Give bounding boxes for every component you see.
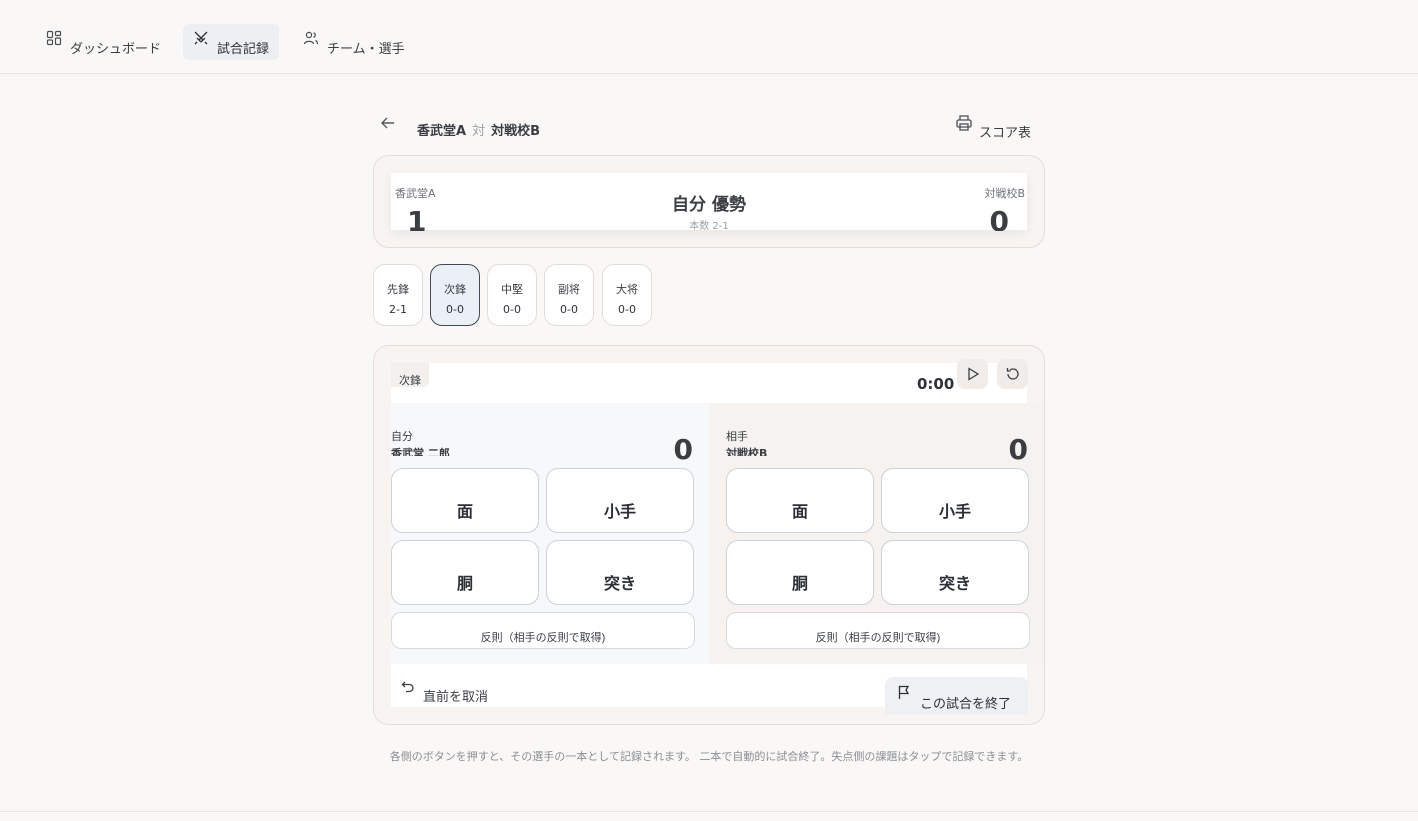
self-role-label: 自分 (391, 430, 413, 443)
opponent-men-button[interactable]: 面 (726, 468, 874, 533)
score-card: 香武堂A 1 自分 優勢 本数 2-1 対戦校B 0 (373, 155, 1045, 248)
bout-tab-result: 2-1 (389, 303, 407, 316)
opponent-kote-button[interactable]: 小手 (881, 468, 1029, 533)
self-foul-button[interactable]: 反則（相手の反則で取得) (391, 612, 695, 649)
self-score: 0 (673, 433, 693, 466)
match-vs: 対 (472, 124, 486, 136)
undo-label: 直前を取消 (423, 690, 489, 705)
away-team-score: 0 (989, 205, 1009, 231)
bout-tab-result: 0-0 (446, 303, 464, 316)
match-status: 自分 優勢 (672, 195, 746, 215)
self-tsuki-button[interactable]: 突き (546, 540, 694, 605)
opponent-role-label: 相手 (726, 430, 748, 443)
opponent-foul-button[interactable]: 反則（相手の反則で取得) (726, 612, 1030, 649)
scoresheet-label: スコア表 (979, 126, 1032, 141)
opponent-score: 0 (1008, 433, 1028, 466)
crossed-swords-icon (194, 31, 208, 45)
end-match-label: この試合を終了 (920, 697, 1012, 712)
nav-dashboard-label: ダッシュボード (70, 41, 162, 57)
nav-teams-players[interactable]: チーム・選手 (293, 24, 415, 60)
match-title: 香武堂A 対対戦校B (417, 120, 540, 136)
bout-tab-position: 次鋒 (444, 283, 466, 296)
bout-panel-header: 次鋒 0:00 (391, 359, 1028, 403)
top-nav: ダッシュボード 試合記録 チーム・選手 (0, 0, 1418, 74)
bout-panel-footer: 直前を取消 この試合を終了 (391, 664, 1028, 715)
opponent-player-name: 対戦校B (726, 447, 768, 456)
dashboard-icon (46, 30, 62, 46)
nav-teams-players-label: チーム・選手 (327, 41, 405, 57)
end-match-button[interactable]: この試合を終了 (885, 677, 1028, 715)
nav-dashboard[interactable]: ダッシュボード (36, 24, 171, 60)
reset-icon (1006, 368, 1019, 380)
help-footnote: 各側のボタンを押すと、その選手の一本として記録されます。 二本で自動的に試合終了… (389, 750, 1029, 763)
nav-match-record-label: 試合記録 (217, 41, 270, 57)
self-player-name: 香武堂 二郎 (391, 447, 450, 456)
bout-tab-taisho[interactable]: 大将 0-0 (602, 264, 652, 326)
bout-tab-result: 0-0 (560, 303, 578, 316)
back-arrow-icon[interactable] (379, 114, 397, 132)
nav-match-record[interactable]: 試合記録 (183, 24, 280, 60)
bout-tab-result: 0-0 (618, 303, 636, 316)
match-away-team: 対戦校B (491, 124, 540, 136)
bout-tab-chuken[interactable]: 中堅 0-0 (487, 264, 537, 326)
bout-tab-position: 大将 (616, 283, 638, 296)
opponent-do-button[interactable]: 胴 (726, 540, 874, 605)
bout-tab-senpo[interactable]: 先鋒 2-1 (373, 264, 423, 326)
scoresheet-button[interactable]: スコア表 (955, 114, 1031, 141)
bout-tab-result: 0-0 (503, 303, 521, 316)
current-bout-badge: 次鋒 (391, 363, 429, 387)
undo-icon (401, 681, 414, 693)
opponent-side: 相手 対戦校B 0 面 小手 胴 突き 反則（相手の反則で取得) (710, 403, 1044, 664)
bout-tab-position: 中堅 (501, 283, 523, 296)
printer-icon (956, 115, 972, 131)
play-icon (967, 367, 979, 381)
bout-tab-position: 先鋒 (387, 283, 409, 296)
opponent-tsuki-button[interactable]: 突き (881, 540, 1029, 605)
self-side: 自分 香武堂 二郎 0 面 小手 胴 突き 反則（相手の反則で取得) (391, 403, 709, 664)
points-summary: 本数 2-1 (689, 221, 729, 232)
self-do-button[interactable]: 胴 (391, 540, 539, 605)
undo-button[interactable]: 直前を取消 (401, 681, 489, 705)
timer-play-button[interactable] (957, 359, 988, 389)
self-men-button[interactable]: 面 (391, 468, 539, 533)
self-kote-button[interactable]: 小手 (546, 468, 694, 533)
bottom-divider (0, 811, 1418, 812)
away-team-name: 対戦校B (984, 187, 1025, 200)
timer-reset-button[interactable] (997, 359, 1028, 389)
scoreboard: 香武堂A 1 自分 優勢 本数 2-1 対戦校B 0 (391, 173, 1027, 232)
match-home-team: 香武堂A (417, 124, 467, 136)
bout-panel: 次鋒 0:00 自分 香武堂 二郎 0 面 小手 胴 突き 反則（相手の反則で取… (373, 345, 1045, 725)
bout-tab-position: 副将 (558, 283, 580, 296)
flag-icon (898, 685, 910, 699)
users-icon (303, 31, 319, 45)
bout-timer: 0:00 (917, 375, 955, 393)
bout-tab-fukusho[interactable]: 副将 0-0 (544, 264, 594, 326)
bout-tab-jiho[interactable]: 次鋒 0-0 (430, 264, 480, 326)
